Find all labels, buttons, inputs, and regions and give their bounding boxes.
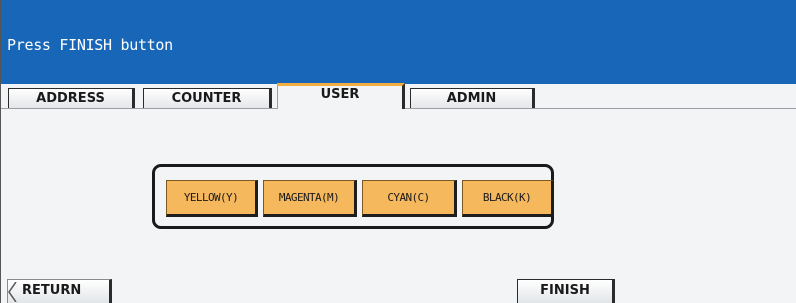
message-header: Press FINISH button	[1, 0, 796, 84]
black-button[interactable]: BLACK(K)	[462, 180, 554, 217]
tab-address[interactable]: ADDRESS	[8, 88, 135, 108]
finish-button-label: FINISH	[540, 283, 590, 298]
cyan-button[interactable]: CYAN(C)	[362, 180, 457, 217]
control-panel-screen: Press FINISH button ADDRESS COUNTER USER…	[0, 0, 796, 303]
instruction-message: Press FINISH button	[7, 36, 173, 54]
left-arrow-icon	[8, 282, 17, 302]
tab-admin[interactable]: ADMIN	[410, 88, 535, 108]
finish-button[interactable]: FINISH	[517, 279, 615, 303]
tab-counter[interactable]: COUNTER	[143, 88, 272, 108]
magenta-button[interactable]: MAGENTA(M)	[263, 180, 357, 217]
return-button[interactable]: RETURN	[7, 279, 112, 303]
tab-user[interactable]: USER	[277, 83, 405, 109]
return-button-label: RETURN	[22, 283, 82, 298]
yellow-button[interactable]: YELLOW(Y)	[166, 180, 258, 217]
